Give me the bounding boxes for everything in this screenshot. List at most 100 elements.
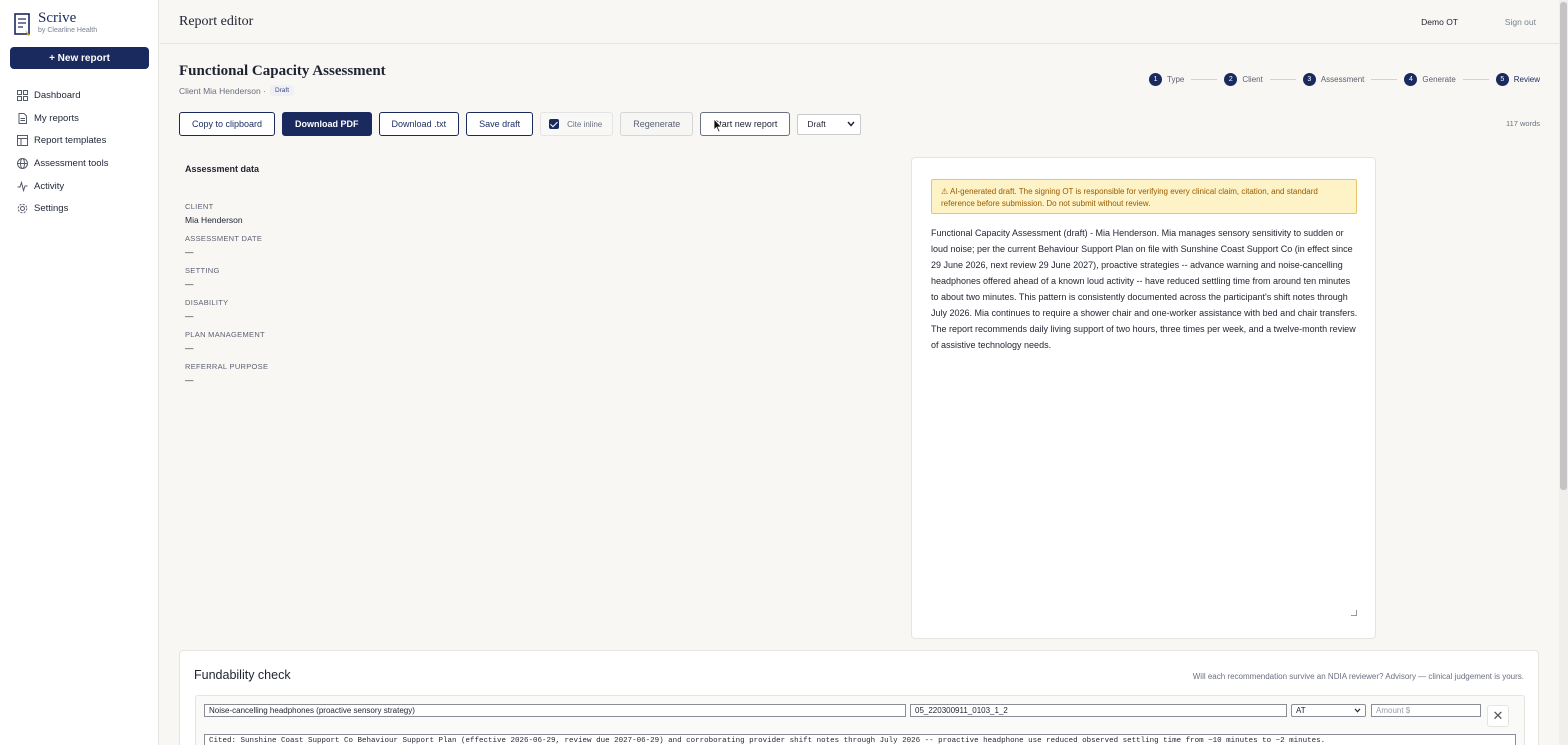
step-number: 4 xyxy=(1404,73,1418,86)
step-label: Review xyxy=(1513,75,1540,84)
sidebar-item-dashboard[interactable]: Dashboard xyxy=(17,84,152,107)
step-assessment[interactable]: 3 Assessment xyxy=(1302,73,1365,86)
sidebar-item-label: Report templates xyxy=(34,135,107,147)
cite-inline-toggle[interactable]: Cite inline xyxy=(540,112,614,136)
citation-input[interactable]: Cited: Sunshine Coast Support Co Behavio… xyxy=(204,734,1516,745)
step-type[interactable]: 1 Type xyxy=(1149,73,1184,86)
assessment-data-panel: Assessment data Client Mia Henderson Asse… xyxy=(185,164,485,394)
document-icon xyxy=(17,112,28,124)
save-draft-button[interactable]: Save draft xyxy=(466,112,534,136)
cite-inline-label: Cite inline xyxy=(567,119,603,129)
download-pdf-button[interactable]: Download PDF xyxy=(282,112,372,136)
sidebar-item-label: My reports xyxy=(34,112,79,124)
step-label: Client xyxy=(1242,75,1263,84)
field-value: — xyxy=(185,279,194,289)
field-disability: Disability — xyxy=(185,298,485,321)
step-number: 1 xyxy=(1149,73,1163,86)
field-value: — xyxy=(185,247,194,257)
step-connector xyxy=(1371,79,1398,80)
new-report-button[interactable]: + New report xyxy=(10,47,149,69)
assessment-data-title: Assessment data xyxy=(185,164,260,174)
sidebar-item-label: Assessment tools xyxy=(34,157,109,169)
sidebar-item-label: Settings xyxy=(34,203,69,215)
editor-toolbar: Copy to clipboard Download PDF Download … xyxy=(179,112,862,136)
top-bar: Report editor Demo OT Sign out xyxy=(160,0,1559,44)
field-plan-management: Plan management — xyxy=(185,330,485,353)
copy-to-clipboard-button[interactable]: Copy to clipboard xyxy=(179,112,276,136)
report-subtitle: Client Mia Henderson · Draft xyxy=(179,85,295,96)
fundability-hint: Will each recommendation survive an NDIA… xyxy=(1192,672,1524,681)
word-count: 117 words xyxy=(1505,119,1540,128)
scrollbar-thumb[interactable] xyxy=(1560,2,1567,490)
step-number: 3 xyxy=(1302,73,1316,86)
category-select-value: AT xyxy=(1296,706,1306,715)
remove-recommendation-button[interactable]: ✕ xyxy=(1487,705,1509,727)
field-setting: Setting — xyxy=(185,266,485,289)
report-title: Functional Capacity Assessment xyxy=(179,63,386,79)
report-body-textarea[interactable]: Functional Capacity Assessment (draft) -… xyxy=(931,225,1359,353)
field-referral-purpose: Referral purpose — xyxy=(185,362,485,385)
mouse-cursor-icon xyxy=(713,117,723,133)
sidebar-item-label: Dashboard xyxy=(34,89,81,101)
field-label: Disability xyxy=(185,298,229,307)
app-logo[interactable]: Scrive by Clearline Health xyxy=(14,11,97,37)
step-review[interactable]: 5 Review xyxy=(1495,73,1540,86)
step-label: Assessment xyxy=(1320,75,1365,84)
field-value: — xyxy=(185,375,194,385)
sidebar: Scrive by Clearline Health + New report … xyxy=(0,0,159,745)
client-line: Client Mia Henderson · xyxy=(179,85,266,96)
sidebar-item-label: Activity xyxy=(34,180,65,192)
grid-icon xyxy=(17,89,28,101)
field-client: Client Mia Henderson xyxy=(185,202,485,225)
field-assessment-date: Assessment date — xyxy=(185,234,485,257)
field-value: — xyxy=(185,343,194,353)
user-name[interactable]: Demo OT xyxy=(1421,17,1458,27)
progress-stepper: 1 Type 2 Client 3 Assessment 4 Generate 5 Rev… xyxy=(1149,73,1540,86)
step-connector xyxy=(1462,79,1489,80)
step-generate[interactable]: 4 Generate xyxy=(1404,73,1456,86)
resize-handle[interactable] xyxy=(1351,610,1357,616)
sidebar-item-report-templates[interactable]: Report templates xyxy=(17,129,152,152)
ai-draft-warning: ⚠ AI-generated draft. The signing OT is … xyxy=(931,179,1357,214)
support-code-input[interactable]: 05_220300911_0103_1_2 xyxy=(910,704,1287,717)
chevron-down-icon xyxy=(847,119,855,129)
field-label: Referral purpose xyxy=(185,362,269,371)
page-title: Report editor xyxy=(179,14,254,29)
close-icon: ✕ xyxy=(1492,708,1504,723)
amount-input[interactable]: Amount $ xyxy=(1371,704,1481,717)
template-icon xyxy=(17,135,28,147)
field-value: Mia Henderson xyxy=(185,215,243,225)
globe-icon xyxy=(17,157,28,169)
sidebar-item-settings[interactable]: Settings xyxy=(17,197,152,220)
cite-inline-checkbox[interactable] xyxy=(549,119,560,129)
sidebar-item-my-reports[interactable]: My reports xyxy=(17,107,152,130)
chevron-down-icon xyxy=(1354,706,1361,715)
step-connector xyxy=(1191,79,1218,80)
field-label: Client xyxy=(185,202,214,211)
fundability-title: Fundability check xyxy=(194,668,291,682)
report-editor[interactable]: ⚠ AI-generated draft. The signing OT is … xyxy=(911,157,1376,639)
app-tagline: by Clearline Health xyxy=(38,27,98,34)
step-number: 2 xyxy=(1224,73,1238,86)
step-connector xyxy=(1269,79,1296,80)
field-value: — xyxy=(185,311,194,321)
scrollbar[interactable] xyxy=(1559,0,1568,745)
download-txt-button[interactable]: Download .txt xyxy=(378,112,460,136)
regenerate-button[interactable]: Regenerate xyxy=(620,112,694,136)
recommendation-row: Noise-cancelling headphones (proactive s… xyxy=(195,695,1525,745)
step-number: 5 xyxy=(1495,73,1509,86)
field-label: Plan management xyxy=(185,330,265,339)
step-client[interactable]: 2 Client xyxy=(1224,73,1263,86)
status-select[interactable]: Draft xyxy=(797,113,862,135)
sidebar-item-assessment-tools[interactable]: Assessment tools xyxy=(17,152,152,175)
gear-icon xyxy=(17,203,28,214)
category-select[interactable]: AT xyxy=(1291,704,1366,717)
logo-icon xyxy=(14,13,32,37)
field-label: Assessment date xyxy=(185,234,263,243)
app-name: Scrive xyxy=(38,10,77,26)
sign-out-link[interactable]: Sign out xyxy=(1505,17,1536,27)
step-label: Type xyxy=(1167,75,1185,84)
sidebar-item-activity[interactable]: Activity xyxy=(17,175,152,198)
field-label: Setting xyxy=(185,266,220,275)
recommendation-item-input[interactable]: Noise-cancelling headphones (proactive s… xyxy=(204,704,906,717)
